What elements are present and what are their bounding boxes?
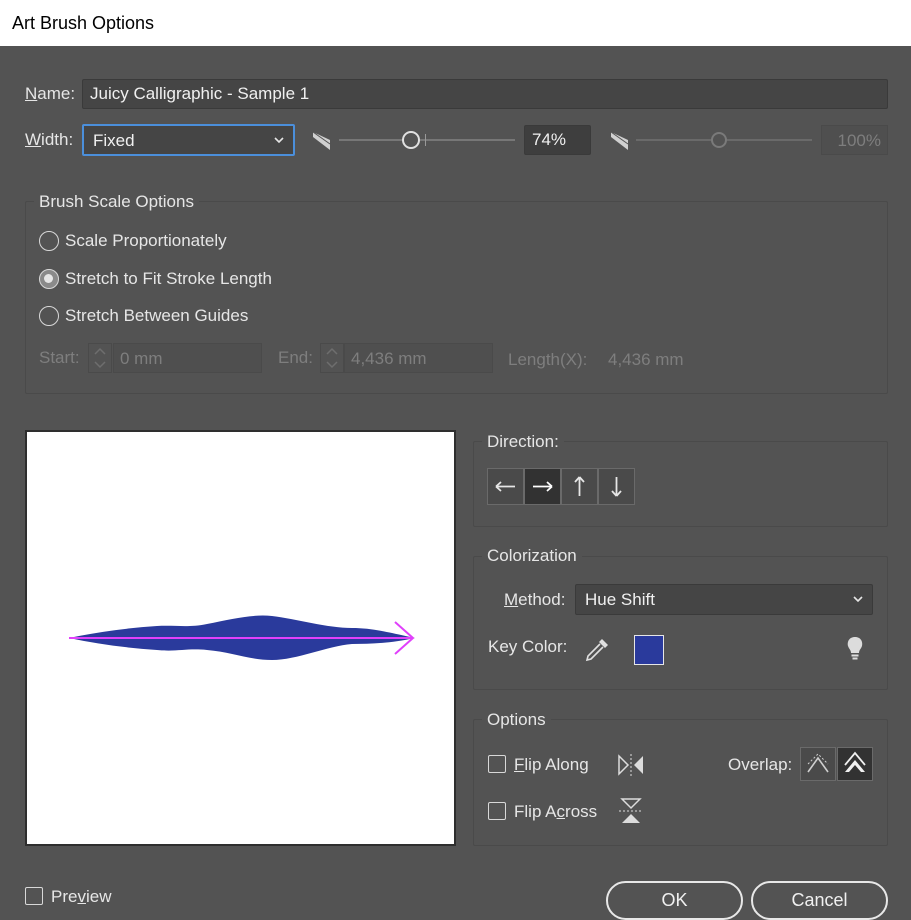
down-arrow-icon [611, 477, 622, 497]
preview-checkbox[interactable] [25, 887, 43, 905]
stretch-to-fit-label: Stretch to Fit Stroke Length [65, 269, 272, 288]
window-title: Art Brush Options [12, 13, 155, 33]
radio-scale-proportionately[interactable] [39, 231, 59, 251]
overlap-none-button[interactable] [837, 747, 873, 781]
ok-button[interactable]: OK [606, 881, 743, 920]
width-slider[interactable] [339, 126, 515, 154]
brush-scale-title: Brush Scale Options [34, 192, 199, 212]
spinner-arrows-icon [326, 347, 338, 369]
scale-proportionately-label: Scale Proportionately [65, 231, 227, 250]
start-spinner [88, 343, 112, 373]
cancel-button[interactable]: Cancel [751, 881, 888, 920]
max-width-slider [636, 126, 812, 154]
direction-title: Direction: [482, 432, 564, 452]
width-select[interactable]: Fixed [82, 124, 295, 156]
overlap-none-icon [844, 751, 866, 772]
name-input[interactable]: Juicy Calligraphic - Sample 1 [82, 79, 888, 109]
start-input: 0 mm [113, 343, 262, 373]
direction-down-button[interactable] [598, 468, 635, 505]
radio-stretch-between-guides[interactable] [39, 306, 59, 326]
chevron-down-icon [274, 137, 284, 144]
options-title: Options [482, 710, 551, 730]
length-label: Length(X): [508, 350, 588, 369]
width-value-input[interactable]: 74% [524, 125, 591, 155]
overlap-adjust-button[interactable] [800, 747, 836, 781]
width-slider-knob[interactable] [402, 131, 420, 149]
key-color-fill [635, 636, 663, 664]
width-select-value: Fixed [93, 131, 135, 150]
method-select-value: Hue Shift [585, 590, 655, 609]
end-label: End: [278, 348, 313, 367]
options-group [473, 719, 888, 846]
flip-along-checkbox[interactable] [488, 755, 506, 773]
overlap-adjust-icon [807, 753, 829, 773]
end-spinner [320, 343, 344, 373]
flip-across-checkbox[interactable] [488, 802, 506, 820]
brush-stroke-preview [69, 615, 415, 660]
spinner-arrows-icon [94, 347, 106, 369]
start-label: Start: [39, 348, 80, 367]
method-select[interactable]: Hue Shift [575, 584, 873, 615]
stretch-between-guides-label: Stretch Between Guides [65, 306, 249, 325]
direction-left-button[interactable] [487, 468, 524, 505]
title-bar: Art Brush Options [0, 0, 911, 46]
method-label: Method: [504, 590, 566, 609]
radio-stretch-to-fit[interactable] [39, 269, 59, 289]
length-value: 4,436 mm [608, 350, 684, 369]
colorization-title: Colorization [482, 546, 582, 566]
key-color-swatch[interactable] [634, 635, 664, 665]
width-label: Width: [25, 130, 74, 149]
tips-lightbulb-icon[interactable] [844, 634, 866, 662]
colorization-group [473, 556, 888, 690]
max-width-value: 100% [821, 125, 888, 155]
direction-right-button[interactable] [524, 468, 561, 505]
direction-up-button[interactable] [561, 468, 598, 505]
brush-preview-canvas [25, 430, 456, 846]
overlap-label: Overlap: [728, 755, 793, 774]
name-label: Name: [25, 84, 76, 103]
pressure-min-icon [312, 131, 331, 150]
right-arrow-icon [533, 481, 553, 492]
eyedropper-icon[interactable] [583, 636, 611, 664]
up-arrow-icon [574, 476, 585, 496]
flip-across-label: Flip Across [514, 802, 598, 821]
chevron-down-icon [853, 596, 863, 603]
flip-along-icon [618, 754, 643, 776]
flip-across-icon [619, 798, 643, 823]
max-width-slider-knob [711, 132, 727, 148]
left-arrow-icon [495, 481, 515, 492]
pressure-max-icon [610, 131, 629, 150]
preview-label: Preview [51, 887, 112, 906]
key-color-label: Key Color: [488, 637, 568, 656]
flip-along-label: Flip Along [514, 755, 589, 774]
end-input: 4,436 mm [344, 343, 493, 373]
